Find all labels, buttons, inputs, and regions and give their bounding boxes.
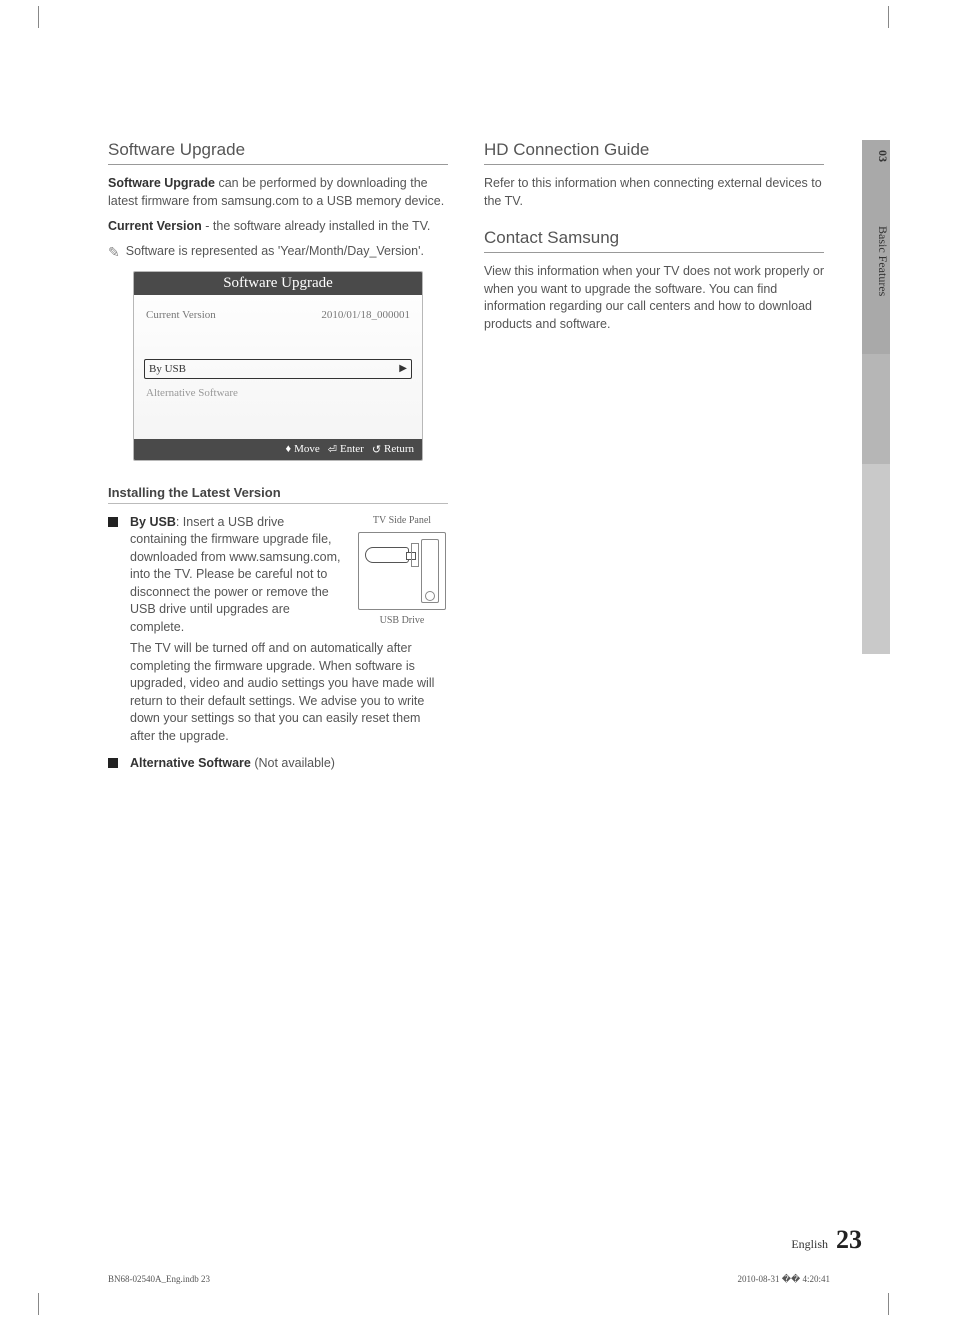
bullet-text: Alternative Software (Not available) [130, 755, 448, 773]
bullet-alternative-software: Alternative Software (Not available) [108, 755, 448, 773]
updown-icon: ♦ [285, 443, 291, 455]
osd-label: Alternative Software [146, 387, 238, 399]
osd-nav-move: ♦Move [285, 443, 319, 456]
bold-span: Alternative Software [130, 756, 251, 770]
page: 03 Basic Features Software Upgrade Softw… [48, 30, 890, 1291]
text-span: (Not available) [251, 756, 335, 770]
print-meta-footer: BN68-02540A_Eng.indb 23 2010-08-31 �� 4:… [108, 1274, 830, 1285]
osd-label: By USB [149, 363, 186, 375]
panel-jack-icon [425, 591, 435, 601]
osd-row-alternative-software: Alternative Software [144, 383, 412, 403]
text-span: - the software already installed in the … [202, 219, 431, 233]
crop-mark [888, 1293, 898, 1315]
panel-port-icon [411, 543, 419, 567]
figure-caption-top: TV Side Panel [356, 514, 448, 528]
enter-icon: ⏎ [328, 443, 337, 456]
column-right: HD Connection Guide Refer to this inform… [484, 140, 824, 783]
figure-usb: TV Side Panel USB Drive [356, 514, 448, 637]
current-version-description: Current Version - the software already i… [108, 218, 448, 236]
section-title-contact-samsung: Contact Samsung [484, 228, 824, 253]
text-span: : Insert a USB drive containing the firm… [130, 515, 341, 634]
crop-mark [888, 6, 898, 28]
note-icon: ✎ [108, 244, 120, 261]
subheading-installing: Installing the Latest Version [108, 485, 448, 504]
meta-timestamp: 2010-08-31 �� 4:20:41 [738, 1274, 830, 1285]
osd-row-by-usb[interactable]: By USB ▶ [144, 359, 412, 379]
return-icon: ↺ [372, 443, 381, 456]
page-number-footer: English 23 [791, 1225, 862, 1255]
nav-label: Move [294, 443, 320, 455]
bullet-by-usb: By USB: Insert a USB drive containing th… [108, 514, 448, 746]
bullet-text: By USB: Insert a USB drive containing th… [130, 514, 448, 746]
osd-title: Software Upgrade [134, 272, 422, 295]
contact-samsung-description: View this information when your TV does … [484, 263, 824, 333]
text-span: The TV will be turned off and on automat… [130, 640, 448, 745]
nav-label: Enter [340, 443, 364, 455]
page-language: English [791, 1237, 828, 1252]
crop-mark [38, 1293, 48, 1315]
figure-caption-bottom: USB Drive [356, 614, 448, 628]
osd-nav-enter: ⏎Enter [328, 443, 364, 456]
osd-label: Current Version [146, 309, 216, 321]
osd-value: 2010/01/18_000001 [321, 309, 410, 321]
section-title-hd-connection: HD Connection Guide [484, 140, 824, 165]
bold-span: Current Version [108, 219, 202, 233]
osd-row-current-version: Current Version 2010/01/18_000001 [144, 305, 412, 325]
note: ✎ Software is represented as 'Year/Month… [108, 244, 448, 261]
crop-mark [38, 6, 48, 28]
play-arrow-icon: ▶ [399, 363, 407, 375]
osd-body: Current Version 2010/01/18_000001 By USB… [134, 295, 422, 409]
osd-panel: Software Upgrade Current Version 2010/01… [133, 271, 423, 461]
content: Software Upgrade Software Upgrade can be… [108, 140, 890, 783]
bullet-square-icon [108, 517, 118, 527]
page-number: 23 [836, 1225, 862, 1255]
software-upgrade-description: Software Upgrade can be performed by dow… [108, 175, 448, 210]
usb-diagram [358, 532, 446, 610]
bold-span: By USB [130, 515, 176, 529]
osd-nav-return: ↺Return [372, 443, 414, 456]
bullet-square-icon [108, 758, 118, 768]
bold-span: Software Upgrade [108, 176, 215, 190]
meta-filename: BN68-02540A_Eng.indb 23 [108, 1274, 210, 1285]
section-title-software-upgrade: Software Upgrade [108, 140, 448, 165]
nav-label: Return [384, 443, 414, 455]
hd-connection-description: Refer to this information when connectin… [484, 175, 824, 210]
column-left: Software Upgrade Software Upgrade can be… [108, 140, 448, 783]
osd-nav-footer: ♦Move ⏎Enter ↺Return [134, 439, 422, 460]
note-text: Software is represented as 'Year/Month/D… [126, 244, 424, 258]
usb-drive-icon [365, 547, 409, 563]
